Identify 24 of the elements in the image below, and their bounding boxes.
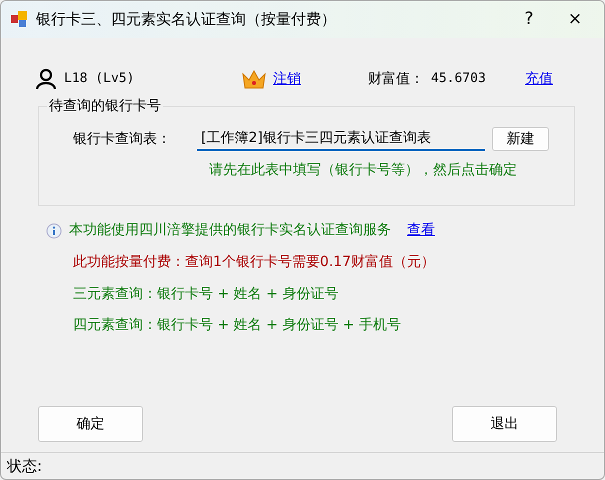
user-name: L18 (Lv5) — [64, 70, 136, 88]
app-icon — [11, 11, 28, 28]
logout-link[interactable]: 注销 — [273, 68, 368, 90]
close-button[interactable]: × — [552, 6, 598, 34]
input-field[interactable]: [工作簿2]银行卡三四元素认证查询表 — [197, 127, 485, 151]
crown-icon — [242, 68, 266, 90]
query-formula-text: 四元素查询：银行卡号 + 姓名 + 身份证号 + 手机号 — [73, 316, 402, 335]
recharge-link[interactable]: 充值 — [525, 68, 553, 90]
info-icon — [46, 222, 62, 238]
view-link[interactable]: 查看 — [407, 220, 435, 241]
status-label: 状态: — [7, 456, 42, 477]
ok-button[interactable]: 确定 — [38, 406, 143, 442]
window-title: 银行卡三、四元素实名认证查询（按量付费） — [36, 9, 337, 30]
new-button[interactable]: 新建 — [492, 127, 549, 151]
fee-text: 此功能按量付费：查询1个银行卡号需要0.17财富值（元） — [73, 253, 436, 272]
hint-text: 请先在此表中填写（银行卡号等），然后点击确定 — [209, 161, 518, 180]
query-formula-text: 三元素查询：银行卡号 + 姓名 + 身份证号 — [73, 285, 340, 304]
exit-button[interactable]: 退出 — [452, 406, 557, 442]
field-label: 银行卡查询表： — [73, 130, 172, 148]
wealth-label: 财富值： — [368, 70, 424, 88]
help-button[interactable]: ? — [506, 6, 552, 34]
user-icon — [35, 68, 57, 90]
service-text: 本功能使用四川涪擎提供的银行卡实名认证查询服务 — [69, 221, 392, 240]
wealth-value: 45.6703 — [431, 70, 487, 88]
